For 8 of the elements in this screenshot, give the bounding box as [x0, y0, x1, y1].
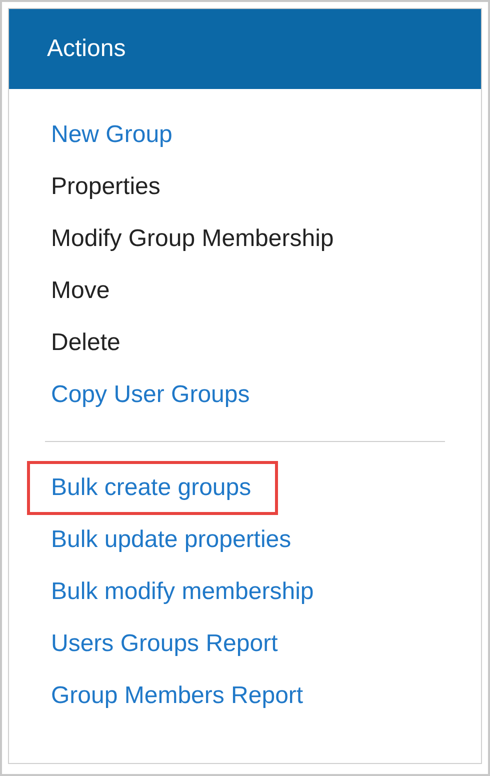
- action-link[interactable]: New Group: [51, 117, 172, 153]
- action-link[interactable]: Copy User Groups: [51, 377, 250, 413]
- action-link[interactable]: Users Groups Report: [51, 626, 278, 662]
- action-link[interactable]: Group Members Report: [51, 678, 304, 714]
- action-link[interactable]: Bulk modify membership: [51, 574, 314, 610]
- action-link[interactable]: Bulk update properties: [51, 522, 292, 558]
- action-link[interactable]: Bulk create groups: [27, 461, 278, 515]
- panel-title: Actions: [47, 34, 126, 64]
